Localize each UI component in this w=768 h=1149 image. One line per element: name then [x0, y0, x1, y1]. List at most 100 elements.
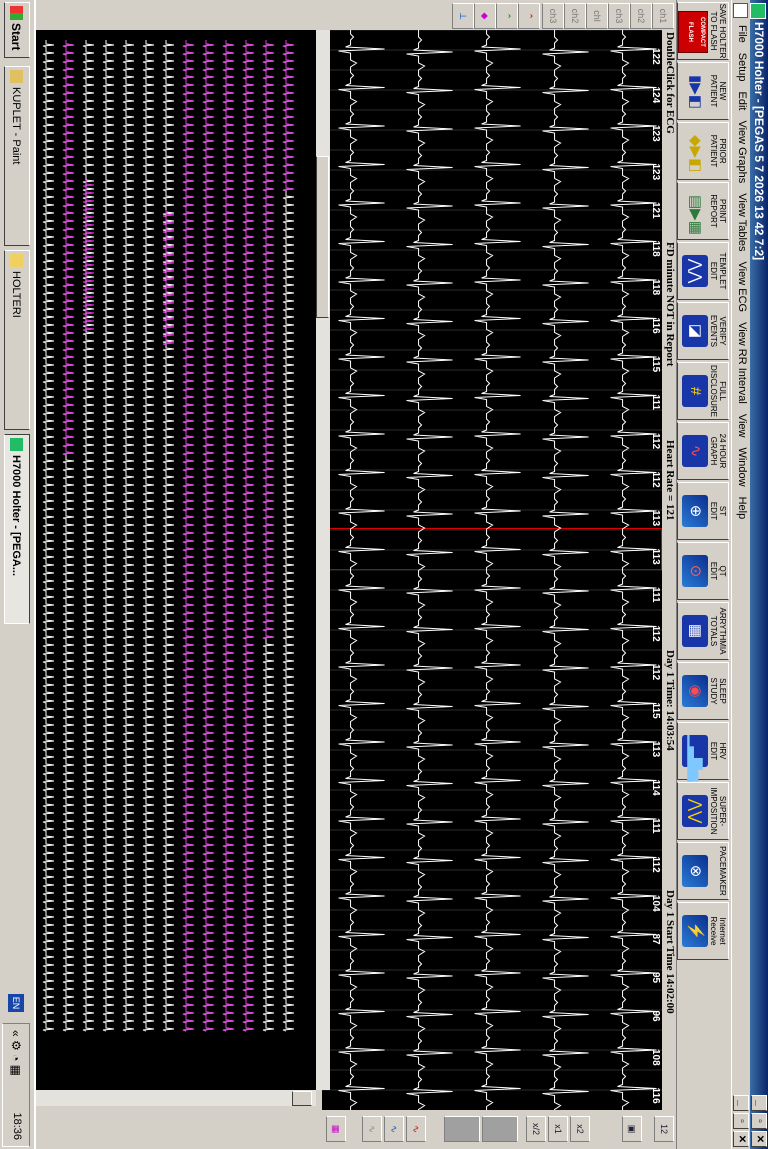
main-toolbar: SAVE HOLTER TO FLASH COMPACT FLASH NEW P… [676, 0, 732, 1149]
menu-view-graphs[interactable]: View Graphs [736, 115, 748, 188]
task-h7000-holter[interactable]: H7000 Holter - [PEGA... [4, 434, 30, 624]
zoom-x1-button[interactable]: x1 [548, 1116, 568, 1142]
channel-button[interactable]: ch3 [608, 3, 630, 29]
doc-close-button[interactable]: ✕ [733, 1131, 749, 1147]
overview-trace [262, 40, 275, 640]
doc-minimize-button[interactable]: _ [733, 1095, 749, 1111]
prior-patient-button[interactable]: PRIOR PATIENT ◆▶◧ [677, 122, 729, 180]
strip-horizontal-scrollbar[interactable] [316, 30, 330, 1090]
task-paint[interactable]: KUPLET - Paint [4, 66, 30, 246]
gray-trace-icon[interactable]: ∿ [362, 1116, 382, 1142]
menu-view-rr-interval[interactable]: View RR Interval [736, 317, 748, 409]
printer-icon: ▤▶▦ [682, 195, 708, 235]
heart-rate-label: 95 [650, 972, 661, 984]
overview-vertical-scrollbar[interactable] [22, 1090, 316, 1106]
doc-maximize-button[interactable]: ▫ [733, 1113, 749, 1129]
layout-button[interactable] [444, 1116, 480, 1142]
heart-rate-label: 115 [650, 702, 661, 719]
normal-beat-icon[interactable]: ⌃ [496, 3, 518, 29]
blue-trace-icon[interactable]: ∿ [384, 1116, 404, 1142]
scroll-thumb[interactable] [292, 1091, 312, 1106]
channel-button[interactable]: ch2 [564, 3, 586, 29]
heart-rate-label: 113 [650, 548, 661, 565]
app-window: H7000 Holter - [PEGAS 5 7 2026 13 42 7:2… [0, 0, 768, 1149]
menu-view-ecg[interactable]: View ECG [736, 257, 748, 318]
button-label: PRIOR PATIENT [709, 134, 727, 168]
zoom-x2-button[interactable]: x2 [570, 1116, 590, 1142]
24-hour-graph-button[interactable]: 24 HOUR GRAPH ∿ [677, 422, 729, 480]
channel-button[interactable]: chl [586, 3, 608, 29]
title-bar[interactable]: H7000 Holter - [PEGAS 5 7 2026 13 42 7:2… [750, 0, 768, 1149]
minimize-button[interactable]: _ [751, 1095, 767, 1111]
magenta-strip-icon[interactable]: ▦ [326, 1116, 346, 1142]
language-indicator[interactable]: EN [8, 994, 24, 1012]
window-title: H7000 Holter - [PEGAS 5 7 2026 13 42 7:2… [752, 22, 766, 261]
menu-view-tables[interactable]: View Tables [736, 188, 748, 256]
channel-button[interactable]: ch3 [542, 3, 564, 29]
internet-receive-button[interactable]: Internet Receive ⚡ [677, 902, 729, 960]
menu-file[interactable]: File [736, 20, 748, 48]
print-report-button[interactable]: PRINT REPORT ▤▶▦ [677, 182, 729, 240]
leads-12-button[interactable]: 12 [654, 1116, 674, 1142]
button-label: ST EDIT [709, 501, 727, 521]
heart-rate-label: 123 [650, 125, 661, 142]
scroll-thumb[interactable] [316, 156, 329, 318]
task-holteri[interactable]: HOLTERI [4, 250, 30, 430]
arrythmia-totals-button[interactable]: ARRYTHMIA TOTALS ▦ [677, 602, 729, 660]
system-tray: EN « ⚙ ◔ ▦ 18:36 [2, 994, 30, 1147]
heart-rate-label: 113 [650, 741, 661, 758]
beat-marker-icon[interactable]: ⌃ [518, 3, 540, 29]
task-label: KUPLET - Paint [10, 87, 22, 165]
qt-edit-button[interactable]: QT EDIT ⊙ [677, 542, 729, 600]
channel-button[interactable]: ch2 [630, 3, 652, 29]
new-patient-button[interactable]: NEW PATIENT ▮▶◧ [677, 62, 729, 120]
menu-setup[interactable]: Setup [736, 48, 748, 87]
red-trace-icon[interactable]: ∿ [406, 1116, 426, 1142]
fullscreen-button[interactable]: ▣ [622, 1116, 642, 1142]
button-label: SAVE HOLTER TO FLASH [709, 3, 727, 59]
app-icon [750, 3, 766, 19]
heart-rate-label: 104 [650, 895, 661, 912]
full-disclosure-icon: # [682, 375, 708, 407]
document-icon[interactable] [733, 3, 748, 18]
zoom-half-button[interactable]: x/2 [526, 1116, 546, 1142]
sleep-study-button[interactable]: SLEEP STUDY ◉ [677, 662, 729, 720]
overview-trace [242, 40, 255, 1032]
button-label: TEMPLET EDIT [709, 252, 727, 290]
ecg-strips[interactable]: 122 124 123 123 121 118 118 116 115 111 112 112 113 1… [320, 30, 662, 1110]
hrv-edit-button[interactable]: HRV EDIT ▁▃▇▅▂ [677, 722, 729, 793]
superimposition-button[interactable]: SUPER- IMPOSITION ⋀⋁ [677, 782, 729, 840]
clock: 18:36 [11, 1112, 23, 1140]
tray-icons[interactable]: « ⚙ ◔ ▦ [9, 1030, 23, 1076]
maximize-button[interactable]: ▫ [751, 1113, 767, 1129]
menu-help[interactable]: Help [736, 492, 748, 525]
overview-trace [182, 40, 195, 1032]
start-button[interactable]: Start [4, 2, 30, 58]
verify-events-button[interactable]: VERIFY EVENTS ◪ [677, 302, 729, 360]
double-click-hint: DoubleClick for ECG [664, 32, 676, 134]
heart-rate-label: 112 [650, 856, 661, 873]
menu-view[interactable]: View [736, 409, 748, 443]
channel-button[interactable]: ch1 [652, 3, 674, 29]
st-edit-button[interactable]: ST EDIT ⊕ [677, 482, 729, 540]
close-button[interactable]: ✕ [751, 1131, 767, 1147]
calipers-icon[interactable]: ⊥ [452, 3, 474, 29]
new-patient-icon: ▮▶◧ [682, 75, 708, 109]
holter-app-icon [10, 438, 23, 451]
menu-edit[interactable]: Edit [736, 86, 748, 115]
pacemaker-button[interactable]: PACEMAKER ⊗ [677, 842, 729, 900]
overview-trace [162, 40, 175, 1032]
menu-window[interactable]: Window [736, 442, 748, 491]
heart-rate-label: 114 [650, 779, 661, 796]
internet-receive-icon: ⚡ [682, 915, 708, 947]
eraser-icon[interactable]: ◆ [474, 3, 496, 29]
templet-edit-button[interactable]: TEMPLET EDIT ⋀⋀ [677, 242, 729, 300]
full-disclosure-overview[interactable] [22, 30, 316, 1090]
layout-button[interactable] [482, 1116, 518, 1142]
save-holter-to-flash-button[interactable]: SAVE HOLTER TO FLASH COMPACT FLASH [677, 2, 729, 60]
current-time-readout: Day 1 Time: 14:03:54 [664, 650, 676, 751]
flash-card-icon: COMPACT FLASH [678, 11, 708, 53]
full-disclosure-button[interactable]: FULL DISCLOSURE # [677, 362, 729, 420]
heart-rate-label: 122 [650, 48, 661, 65]
button-label: SUPER- IMPOSITION [709, 787, 727, 835]
